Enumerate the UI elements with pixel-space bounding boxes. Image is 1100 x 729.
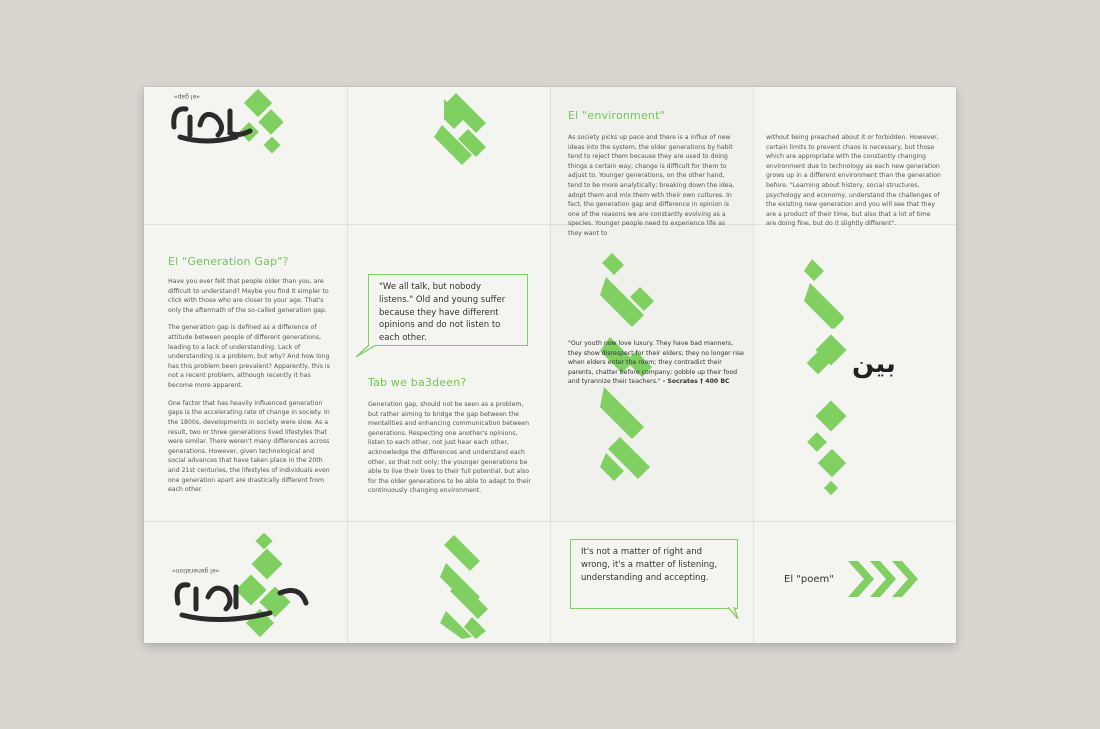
socrates-quote: "Our youth now love luxury. They have ba…	[568, 339, 744, 387]
environment-body-continued: without being preached about it or forbi…	[766, 134, 941, 228]
fold-line-vertical-1	[347, 87, 348, 643]
right-wrong-quote-box: It's not a matter of right and wrong, it…	[570, 539, 738, 609]
calligraphy-word-between: بين	[852, 349, 896, 379]
listen-quote-box: "We all talk, but nobody listens." Old a…	[368, 274, 528, 346]
generation-gap-heading: El "Generation Gap"?	[168, 255, 289, 268]
environment-heading: El "environment"	[568, 109, 665, 122]
bottom-left-calligraphy	[174, 533, 309, 638]
generation-gap-body: Have you ever felt that people older tha…	[168, 277, 330, 503]
socrates-attribution: - Socrates † 400 BC	[662, 378, 730, 386]
paragraph: The generation gap is defined as a diffe…	[168, 324, 330, 390]
paragraph: One factor that has heavily influenced g…	[168, 399, 330, 494]
panel2-top-calligraphy	[434, 93, 486, 165]
panel2-bottom-calligraphy	[440, 535, 488, 639]
tab-we-ba3deen-heading: Tab we ba3deen?	[368, 376, 467, 389]
paragraph: Have you ever felt that people older tha…	[168, 278, 329, 314]
folded-poster: «el gap» El "Generation Gap"? Have you e…	[144, 87, 956, 643]
environment-body: As society picks up pace and there is a …	[568, 134, 735, 238]
play-arrows-icon[interactable]	[846, 557, 918, 601]
fold-line-horizontal-2	[144, 521, 956, 522]
poem-label: El "poem"	[784, 574, 834, 585]
quote-tail	[727, 607, 739, 620]
top-left-calligraphy	[171, 88, 284, 154]
tab-we-ba3deen-body: Generation gap, should not be seen as a …	[368, 401, 531, 495]
fold-line-vertical-3	[753, 87, 754, 643]
panel4-vertical-calligraphy	[804, 259, 847, 496]
quote-tail	[355, 345, 377, 358]
